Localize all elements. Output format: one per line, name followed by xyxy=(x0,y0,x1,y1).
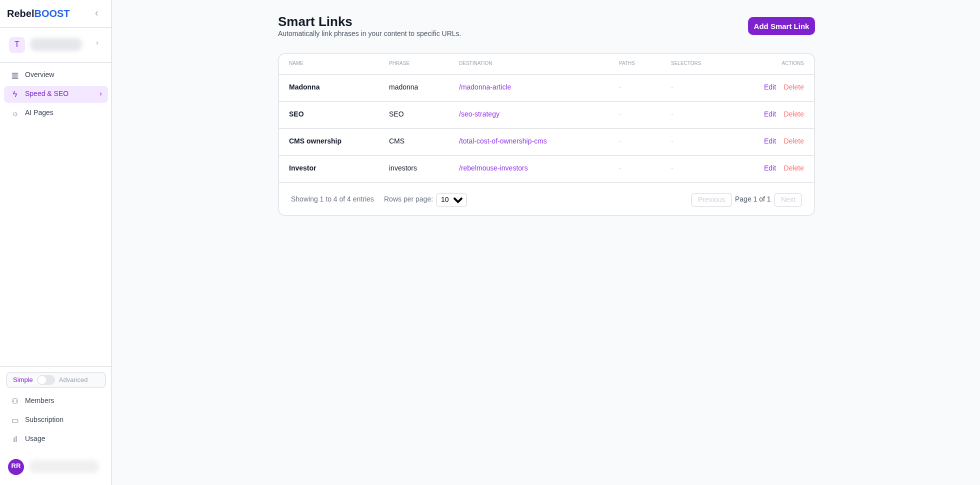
table-footer: Showing 1 to 4 of 4 entries Rows per pag… xyxy=(279,190,814,210)
divider xyxy=(0,27,112,28)
add-smart-link-button[interactable]: Add Smart Link xyxy=(748,17,815,35)
chevron-right-icon[interactable]: › xyxy=(96,40,98,47)
table-row: Madonna madonna /madonna-article - - Edi… xyxy=(279,75,814,102)
credit-card-icon: ▭ xyxy=(11,416,19,425)
bar-chart-icon: ▥ xyxy=(11,71,19,80)
cell-selectors: - xyxy=(671,165,674,173)
entries-info: Showing 1 to 4 of 4 entries xyxy=(291,196,374,204)
table-row: CMS ownership CMS /total-cost-of-ownersh… xyxy=(279,129,814,156)
divider xyxy=(0,62,112,63)
cell-phrase: CMS xyxy=(389,138,405,146)
header-name: Name xyxy=(289,61,304,67)
sidebar-item-members[interactable]: ⚇ Members xyxy=(4,393,108,410)
edit-button[interactable]: Edit xyxy=(764,166,776,173)
cell-paths: - xyxy=(619,84,622,92)
table-header: Name Phrase Destination Paths Selectors … xyxy=(279,54,814,75)
delete-button[interactable]: Delete xyxy=(784,112,804,119)
sidebar-item-ai-pages[interactable]: ☼ AI Pages xyxy=(4,105,108,122)
header-phrase: Phrase xyxy=(389,61,410,67)
user-avatar[interactable]: RR xyxy=(8,459,24,475)
edit-button[interactable]: Edit xyxy=(764,139,776,146)
destination-link[interactable]: /madonna-article xyxy=(459,85,511,92)
cell-name: Investor xyxy=(289,165,317,173)
cell-name: Madonna xyxy=(289,84,320,92)
destination-link[interactable]: /seo-strategy xyxy=(459,112,499,119)
header-destination: Destination xyxy=(459,61,493,67)
page-subtitle: Automatically link phrases in your conte… xyxy=(278,31,462,38)
lightning-icon: ϟ xyxy=(12,90,18,99)
cell-paths: - xyxy=(619,138,622,146)
header-selectors: Selectors xyxy=(671,61,702,67)
cell-name: CMS ownership xyxy=(289,138,342,146)
cell-paths: - xyxy=(619,165,622,173)
workspace-avatar[interactable]: T xyxy=(9,37,25,53)
mode-switch[interactable] xyxy=(36,375,55,385)
cell-name: SEO xyxy=(289,111,304,119)
workspace-name-blurred[interactable] xyxy=(30,38,82,51)
bar-chart-icon: ıl xyxy=(13,435,17,444)
delete-button[interactable]: Delete xyxy=(784,139,804,146)
edit-button[interactable]: Edit xyxy=(764,85,776,92)
cell-phrase: SEO xyxy=(389,111,404,119)
user-name-blurred[interactable] xyxy=(29,460,99,473)
collapse-sidebar-icon[interactable]: ‹ xyxy=(95,8,98,19)
header-paths: Paths xyxy=(619,61,635,67)
lightbulb-icon: ☼ xyxy=(11,109,19,118)
chevron-right-icon: › xyxy=(99,91,102,98)
cell-phrase: investors xyxy=(389,165,418,173)
previous-button[interactable]: Previous xyxy=(691,193,733,207)
rows-per-page-select[interactable]: 10 xyxy=(436,193,467,207)
next-button[interactable]: Next xyxy=(774,193,803,207)
sidebar-item-usage[interactable]: ıl Usage xyxy=(4,431,108,448)
table-row: Investor investors /rebelmouse-investors… xyxy=(279,156,814,183)
edit-button[interactable]: Edit xyxy=(764,112,776,119)
sidebar-item-subscription[interactable]: ▭ Subscription xyxy=(4,412,108,429)
cell-selectors: - xyxy=(671,138,674,146)
rows-per-page-label: Rows per page: xyxy=(384,196,434,204)
divider xyxy=(0,366,112,367)
smart-links-table: Name Phrase Destination Paths Selectors … xyxy=(278,53,815,216)
cell-selectors: - xyxy=(671,111,674,119)
mode-toggle[interactable]: Simple Advanced xyxy=(6,372,106,388)
cell-selectors: - xyxy=(671,84,674,92)
cell-paths: - xyxy=(619,111,622,119)
destination-link[interactable]: /total-cost-of-ownership-cms xyxy=(459,139,547,146)
delete-button[interactable]: Delete xyxy=(784,85,804,92)
sidebar: RebelBOOST ‹ T › ▥ Overview ϟ Speed & SEO ›… xyxy=(0,0,112,485)
sidebar-item-overview[interactable]: ▥ Overview xyxy=(4,67,108,84)
table-row: SEO SEO /seo-strategy - - Edit Delete xyxy=(279,102,814,129)
sidebar-item-speed-seo[interactable]: ϟ Speed & SEO › xyxy=(4,86,108,103)
header-actions: Actions xyxy=(781,61,804,67)
logo[interactable]: RebelBOOST xyxy=(7,9,70,20)
destination-link[interactable]: /rebelmouse-investors xyxy=(459,166,528,173)
page-info: Page 1 of 1 xyxy=(735,196,771,204)
page-title: Smart Links xyxy=(278,14,353,29)
delete-button[interactable]: Delete xyxy=(784,166,804,173)
cell-phrase: madonna xyxy=(389,84,419,92)
users-icon: ⚇ xyxy=(11,397,19,406)
